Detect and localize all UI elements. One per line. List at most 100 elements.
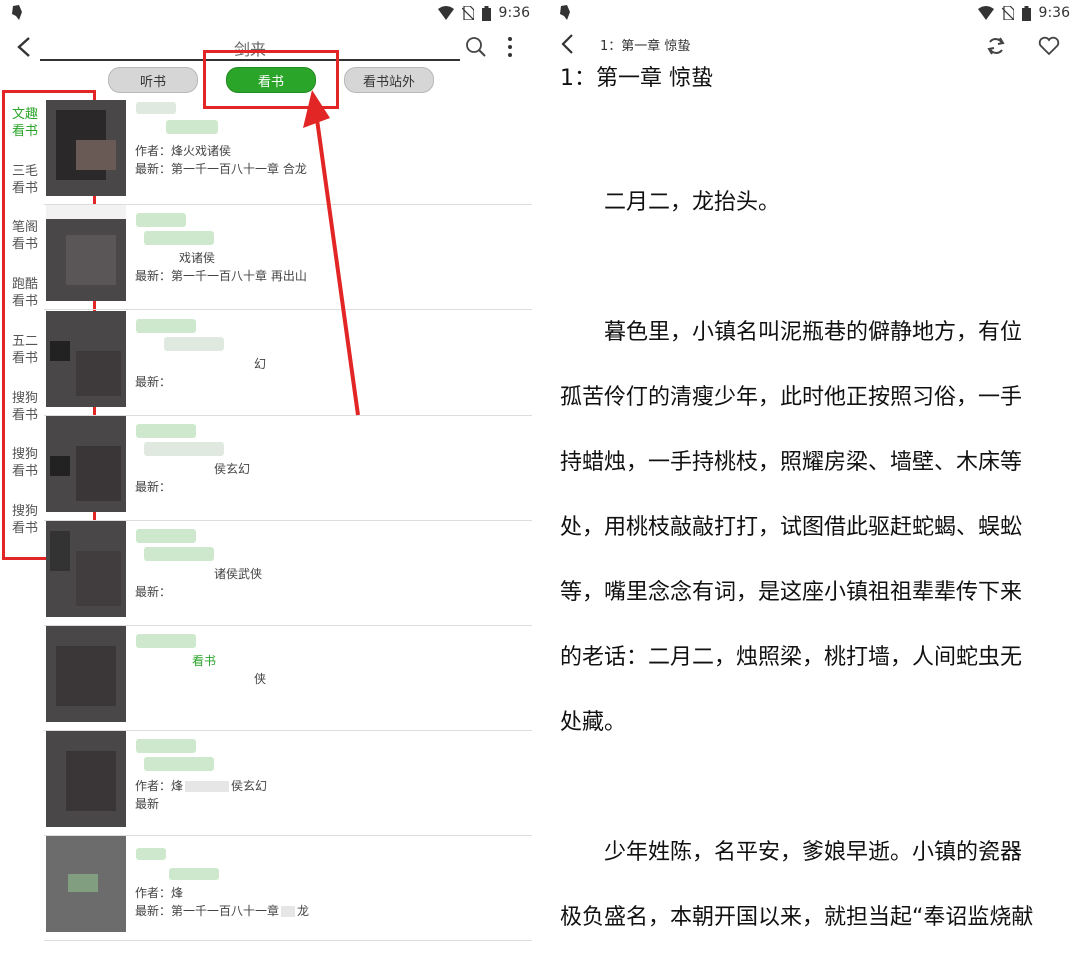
book-cover — [46, 100, 126, 196]
result-row[interactable]: 作者：烽火戏诸侯 最新：第一千一百八十一章 合龙 — [44, 100, 532, 205]
book-latest-chapter: 最新： — [135, 585, 172, 599]
reader-screen: 9:36 1：第一章 惊蛰 1：第一章 惊蛰 二月二，龙抬头。 暮色里，小镇名叫… — [548, 0, 1080, 961]
source-item[interactable]: 搜狗 看书 — [8, 446, 42, 480]
text-line: 暮色里，小镇名叫泥瓶巷的僻静地方，有位 — [560, 320, 1023, 345]
result-row[interactable]: 幻 最新： — [44, 311, 532, 416]
blurred-title — [136, 529, 196, 543]
source-suffix: 看书 — [11, 294, 38, 309]
book-source: 看书 — [192, 654, 217, 668]
result-row[interactable]: 戏诸侯 最新：第一千一百八十章 再出山 — [44, 205, 532, 310]
book-author: 作者：烽火戏诸侯 — [135, 144, 232, 158]
source-item[interactable]: 三毛 看书 — [8, 163, 42, 197]
result-row[interactable]: 诸侯武侠 最新： — [44, 521, 532, 626]
source-suffix: 看书 — [11, 351, 38, 366]
battery-icon — [1021, 5, 1031, 21]
source-name: 搜狗 — [11, 504, 38, 519]
source-item[interactable]: 文趣 看书 — [8, 106, 42, 140]
text-line: 的老话：二月二，烛照梁，桃打墙，人间蛇虫无 — [560, 645, 1023, 670]
source-suffix: 看书 — [11, 464, 38, 479]
blurred-source — [144, 757, 214, 771]
source-item[interactable]: 五二 看书 — [8, 333, 42, 367]
book-author-tail: 侯玄幻 — [231, 779, 268, 793]
refresh-icon[interactable] — [986, 36, 1006, 56]
search-icon[interactable] — [465, 36, 487, 58]
book-cover — [46, 731, 126, 827]
blurred-source — [169, 868, 219, 880]
text-line: 处藏。 — [560, 710, 627, 735]
book-author: 戏诸侯 — [179, 251, 216, 265]
book-cover — [46, 521, 126, 617]
text-line: 孤苦伶仃的清瘦少年，此时他正按照习俗，一手 — [560, 385, 1023, 410]
back-arrow-icon[interactable] — [14, 36, 36, 58]
text-line: 二月二，龙抬头。 — [560, 190, 781, 215]
heart-icon[interactable] — [1038, 36, 1060, 56]
blurred-title — [136, 848, 166, 860]
blurred-source — [164, 337, 224, 351]
book-latest-chapter: 最新： — [135, 375, 172, 389]
book-latest-chapter: 最新：第一千一百八十章 再出山 — [135, 269, 307, 283]
no-sim-icon — [461, 6, 474, 20]
status-time: 9:36 — [1038, 5, 1070, 21]
book-author: 诸侯武侠 — [214, 567, 263, 581]
source-item[interactable]: 笔阁 看书 — [8, 219, 42, 253]
blurred-source — [144, 442, 224, 456]
source-suffix: 看书 — [11, 124, 38, 139]
blurred-source — [166, 120, 218, 134]
source-name: 搜狗 — [11, 391, 38, 406]
book-author: 作者：烽 — [135, 886, 184, 900]
blurred-title — [136, 424, 196, 438]
source-name: 跑酷 — [11, 277, 38, 292]
book-author: 幻 — [254, 357, 267, 371]
status-bar: 9:36 — [0, 0, 540, 28]
source-item[interactable]: 跑酷 看书 — [8, 276, 42, 310]
result-row[interactable]: 看书 侠 — [44, 626, 532, 731]
battery-icon — [481, 5, 491, 21]
book-latest-chapter: 最新： — [135, 480, 172, 494]
back-arrow-icon[interactable] — [558, 33, 580, 55]
blurred-title — [136, 213, 186, 227]
blurred-title — [136, 102, 176, 114]
reader-header-title: 1：第一章 惊蛰 — [600, 39, 691, 54]
text-line: 等，嘴里念念有词，是这座小镇祖祖辈辈传下来 — [560, 580, 1023, 605]
source-item[interactable]: 搜狗 看书 — [8, 503, 42, 537]
result-row[interactable]: 作者：烽 最新：第一千一百八十一章 龙 — [44, 836, 532, 941]
wifi-icon — [977, 6, 994, 20]
panel-divider — [540, 0, 548, 961]
text-line: 处，用桃枝敲敲打打，试图借此驱赶蛇蝎、蜈蚣 — [560, 515, 1023, 540]
blurred-source — [144, 547, 214, 561]
more-menu-icon[interactable] — [505, 36, 515, 58]
source-item[interactable]: 搜狗 看书 — [8, 390, 42, 424]
text-line: 持蜡烛，一手持桃枝，照耀房梁、墙壁、木床等 — [560, 450, 1023, 475]
result-row[interactable]: 作者：烽 侯玄幻 最新 — [44, 731, 532, 836]
source-name: 三毛 — [11, 164, 38, 179]
book-cover — [46, 626, 126, 722]
result-row[interactable]: 侯玄幻 最新： — [44, 416, 532, 521]
text-line: 少年姓陈，名平安，爹娘早逝。小镇的瓷器 — [560, 840, 1023, 865]
blurred-title — [136, 319, 196, 333]
source-name: 搜狗 — [11, 447, 38, 462]
book-latest-head: 最新：第一千一百八十一章 — [135, 904, 280, 918]
app-notification-icon — [560, 5, 570, 20]
app-notification-icon — [12, 5, 22, 20]
blurred-source — [144, 231, 214, 245]
source-suffix: 看书 — [11, 408, 38, 423]
tab-listen[interactable]: 听书 — [108, 67, 198, 93]
book-cover — [46, 416, 126, 512]
pointer-arrow — [303, 90, 360, 416]
book-author: 侠 — [254, 672, 267, 686]
book-cover — [46, 311, 126, 407]
blurred-title — [136, 634, 196, 648]
status-time: 9:36 — [498, 5, 530, 21]
blurred-title — [136, 739, 196, 753]
book-latest-chapter: 最新：第一千一百八十一章 龙 — [135, 902, 309, 919]
source-name: 笔阁 — [11, 220, 38, 235]
chapter-title: 1：第一章 惊蛰 — [560, 66, 713, 91]
text-line: 极负盛名，本朝开国以来，就担当起“奉诏监烧献 — [560, 905, 1034, 930]
book-cover — [46, 836, 126, 932]
book-latest-chapter: 最新：第一千一百八十一章 合龙 — [135, 162, 307, 176]
source-name: 文趣 — [11, 107, 38, 122]
book-latest-chapter: 最新 — [135, 797, 160, 811]
source-suffix: 看书 — [11, 237, 38, 252]
wifi-icon — [437, 6, 454, 20]
book-author-head: 作者：烽 — [135, 779, 184, 793]
